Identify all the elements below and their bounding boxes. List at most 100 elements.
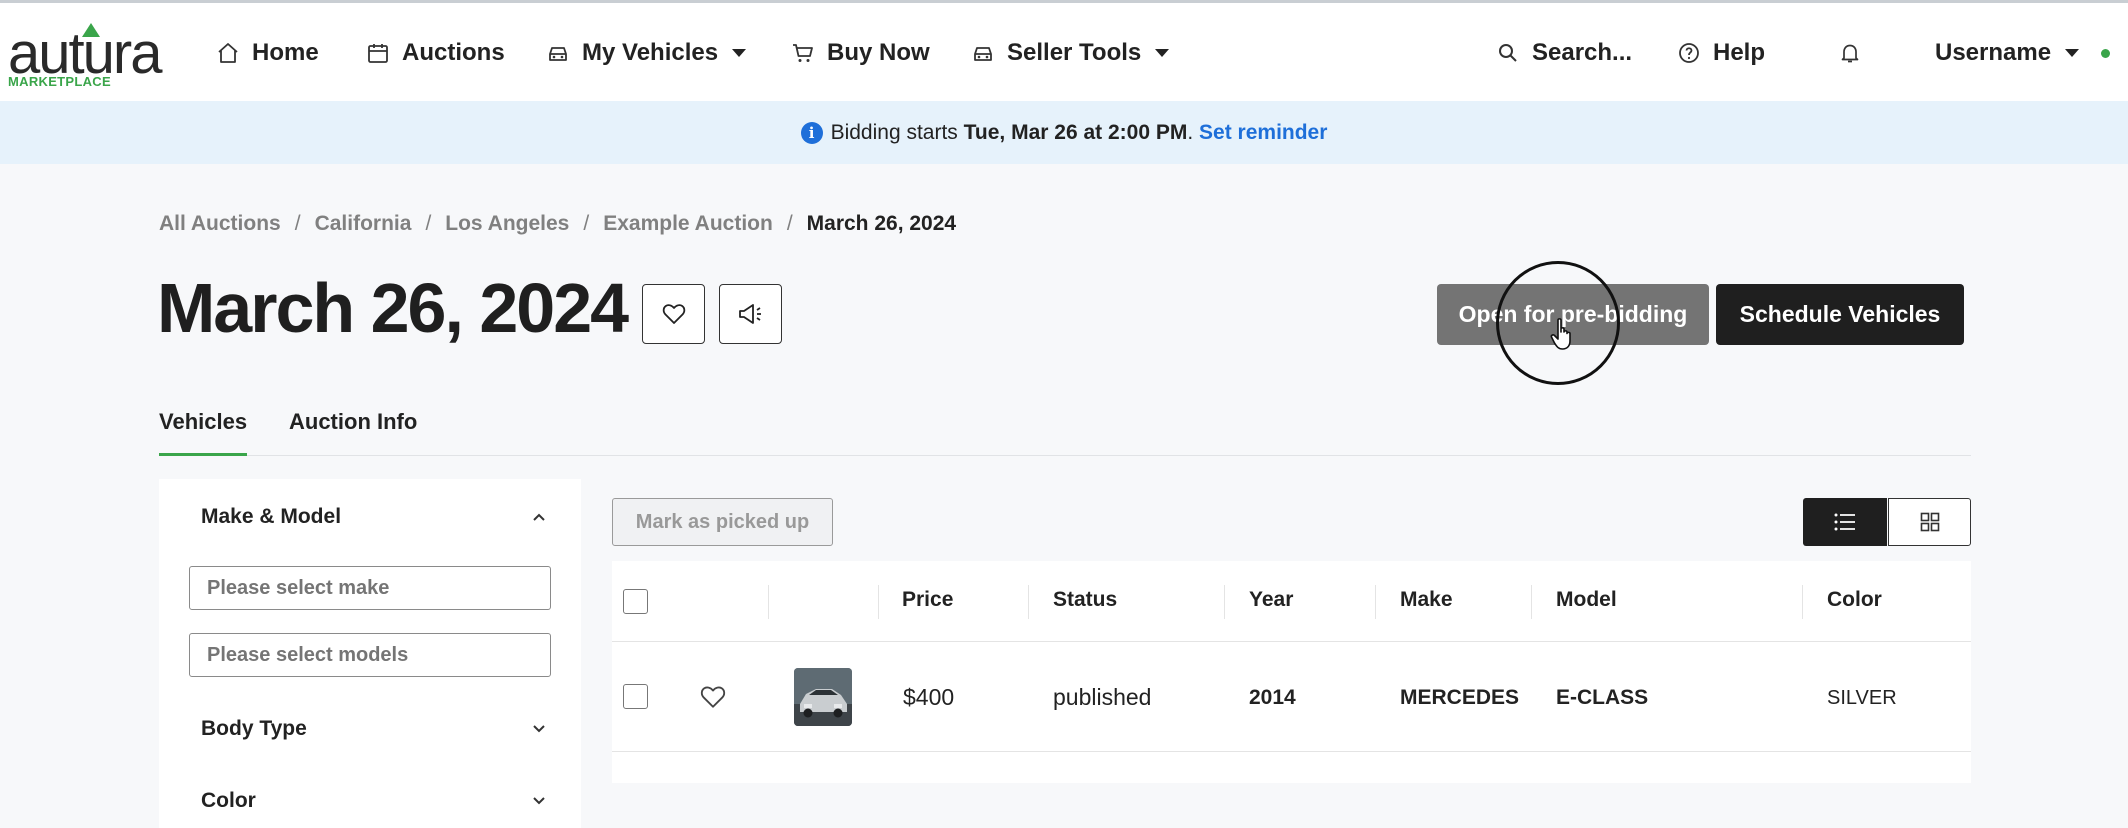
chevron-down-icon [732, 49, 747, 57]
home-icon [218, 43, 238, 63]
column-header-price[interactable]: Price [902, 588, 953, 612]
chevron-down-icon[interactable] [531, 721, 547, 737]
breadcrumb-separator: / [786, 212, 793, 235]
chevron-down-icon[interactable] [531, 793, 547, 809]
page-title: March 26, 2024 [157, 269, 629, 347]
nav-help-label: Help [1713, 39, 1766, 66]
nav-buy-now-label: Buy Now [827, 39, 930, 66]
calendar-icon [368, 44, 388, 63]
column-divider [1224, 585, 1225, 619]
cell-make: MERCEDES [1400, 686, 1520, 709]
filter-body-type-header[interactable]: Body Type [201, 717, 307, 741]
column-divider [1028, 585, 1029, 619]
logo-subtitle: MARKETPLACE [8, 74, 111, 89]
heart-icon[interactable] [700, 685, 726, 709]
column-divider [878, 585, 879, 619]
banner-period: . [1187, 120, 1194, 144]
nav-search[interactable]: Search... [1496, 33, 1632, 73]
favorite-button[interactable] [642, 284, 705, 344]
bidding-banner: i Bidding starts Tue, Mar 26 at 2:00 PM.… [0, 101, 2128, 164]
breadcrumb-separator: / [294, 212, 301, 235]
tab-auction-info[interactable]: Auction Info [289, 409, 417, 456]
breadcrumb-california[interactable]: California [315, 212, 412, 236]
breadcrumb-los-angeles[interactable]: Los Angeles [445, 212, 569, 236]
open-pre-bidding-button[interactable]: Open for pre-bidding [1437, 284, 1709, 345]
nav-my-vehicles-label: My Vehicles [582, 39, 719, 66]
filter-color-header[interactable]: Color [201, 789, 256, 813]
select-all-checkbox[interactable] [623, 589, 648, 614]
megaphone-icon [738, 304, 761, 324]
car-icon [549, 47, 567, 61]
car-photo [794, 668, 852, 726]
schedule-vehicles-button[interactable]: Schedule Vehicles [1716, 284, 1964, 345]
breadcrumb: All Auctions / California / Los Angeles … [159, 212, 956, 236]
banner-prefix: Bidding starts [830, 120, 958, 144]
user-menu[interactable]: Username [1935, 33, 2111, 73]
cell-model: E-CLASS [1556, 686, 1649, 709]
filter-make-model-header[interactable]: Make & Model [201, 505, 341, 529]
cell-year: 2014 [1249, 686, 1296, 709]
column-header-status[interactable]: Status [1053, 588, 1117, 612]
chevron-down-icon [1155, 49, 1170, 57]
breadcrumb-separator: / [583, 212, 590, 235]
models-select[interactable] [189, 633, 551, 677]
nav-buy-now[interactable]: Buy Now [791, 33, 930, 73]
breadcrumb-current: March 26, 2024 [806, 212, 957, 235]
list-icon [1834, 513, 1855, 531]
tab-bar: Vehicles Auction Info [159, 400, 1971, 456]
table-header: Price Status Year Make Model Color [612, 561, 1971, 642]
vehicle-thumbnail[interactable] [794, 668, 852, 726]
nav-my-vehicles[interactable]: My Vehicles [546, 33, 747, 73]
make-select[interactable] [189, 566, 551, 610]
banner-datetime: Tue, Mar 26 at 2:00 PM [963, 120, 1188, 144]
nav-help[interactable]: Help [1677, 33, 1765, 73]
breadcrumb-all-auctions[interactable]: All Auctions [159, 212, 281, 236]
username-label: Username [1935, 39, 2052, 66]
nav-search-label: Search... [1532, 39, 1633, 66]
set-reminder-link[interactable]: Set reminder [1199, 121, 1327, 145]
column-header-year[interactable]: Year [1249, 588, 1293, 612]
breadcrumb-example-auction[interactable]: Example Auction [603, 212, 773, 236]
table-row[interactable]: $400 published 2014 MERCEDES E-CLASS SIL… [612, 642, 1971, 752]
column-divider [1802, 585, 1803, 619]
row-checkbox[interactable] [623, 684, 648, 709]
nav-auctions[interactable]: Auctions [366, 33, 505, 73]
tab-vehicles[interactable]: Vehicles [159, 409, 248, 456]
announce-button[interactable] [719, 284, 782, 344]
online-status-dot [2101, 48, 2111, 58]
breadcrumb-separator: / [425, 212, 432, 235]
column-header-model[interactable]: Model [1556, 588, 1617, 612]
heart-icon [662, 304, 685, 324]
nav-auctions-label: Auctions [402, 39, 505, 66]
column-header-make[interactable]: Make [1400, 588, 1453, 612]
column-divider [768, 585, 769, 619]
bell-icon [1841, 44, 1859, 63]
cell-color: SILVER [1827, 687, 1897, 709]
chevron-up-icon[interactable] [531, 509, 547, 525]
chevron-down-icon [2065, 49, 2080, 57]
column-divider [1375, 585, 1376, 619]
cell-status: published [1053, 684, 1152, 710]
cart-icon [793, 44, 813, 62]
info-icon: i [800, 121, 823, 144]
nav-seller-tools[interactable]: Seller Tools [971, 33, 1170, 73]
column-header-color[interactable]: Color [1827, 588, 1882, 612]
list-view-toggle[interactable] [1803, 498, 1887, 546]
nav-home-label: Home [252, 39, 319, 66]
filter-sidebar: Make & Model Body Type Color [159, 479, 581, 828]
column-divider [1531, 585, 1532, 619]
help-circle-icon [1679, 43, 1699, 63]
mark-picked-up-button[interactable]: Mark as picked up [612, 498, 833, 546]
search-icon [1499, 44, 1517, 62]
grid-icon [1920, 512, 1939, 532]
logo-accent-triangle [82, 23, 100, 37]
notifications-button[interactable] [1838, 33, 1862, 73]
autura-logo[interactable]: autura MARKETPLACE [8, 21, 168, 91]
nav-home[interactable]: Home [216, 33, 319, 73]
vehicles-table: Price Status Year Make Model Color $400 [612, 561, 1971, 783]
top-navbar: autura MARKETPLACE Home Auctions My Vehi… [0, 0, 2128, 101]
nav-seller-tools-label: Seller Tools [1007, 39, 1142, 66]
car-icon [974, 47, 992, 61]
cell-price: $400 [903, 684, 955, 710]
grid-view-toggle[interactable] [1888, 498, 1971, 546]
